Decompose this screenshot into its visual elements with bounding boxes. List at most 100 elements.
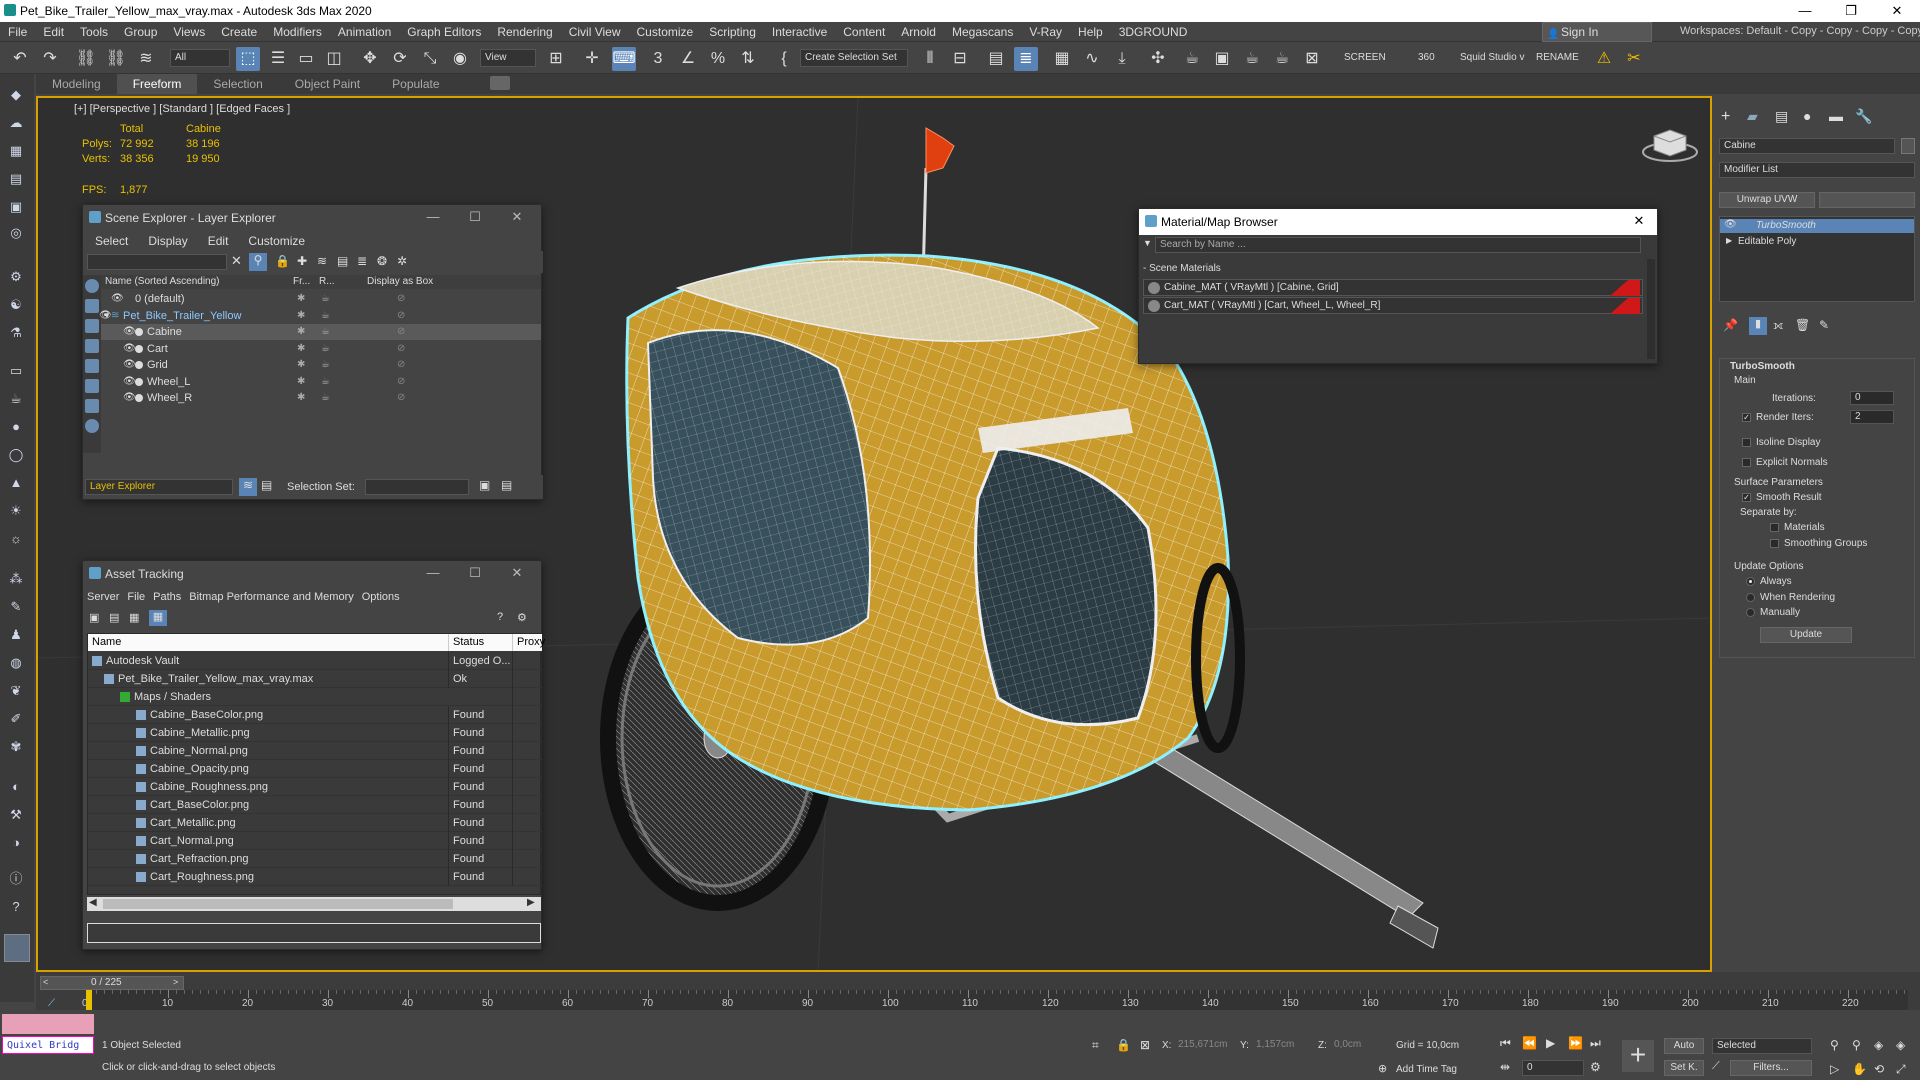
pin-stack-icon[interactable]: 📌 bbox=[1723, 318, 1738, 332]
sun-icon[interactable]: ☼ bbox=[6, 530, 26, 548]
menu-group[interactable]: Group bbox=[116, 25, 165, 39]
asset-row[interactable]: Cart_Refraction.png Found bbox=[88, 850, 542, 868]
smoothing-groups-checkbox[interactable] bbox=[1770, 539, 1779, 548]
viewcube-icon[interactable] bbox=[1640, 124, 1700, 164]
ribbon-tab-selection[interactable]: Selection bbox=[197, 74, 278, 94]
asset-row[interactable]: Autodesk Vault Logged O... bbox=[88, 652, 542, 670]
key-filters-icon[interactable]: ⟋ bbox=[1712, 1060, 1720, 1073]
empty-modifier-button[interactable] bbox=[1819, 192, 1915, 208]
menu-edit[interactable]: Edit bbox=[35, 25, 72, 39]
viewport-label[interactable]: [+] [Perspective ] [Standard ] [Edged Fa… bbox=[74, 103, 290, 115]
key-filter-dropdown[interactable]: Selected bbox=[1712, 1038, 1812, 1054]
object-color-swatch[interactable] bbox=[1901, 138, 1915, 154]
brush-icon[interactable]: ✐ bbox=[6, 710, 26, 728]
cone-icon[interactable]: ▲ bbox=[6, 474, 26, 492]
menu-scripting[interactable]: Scripting bbox=[701, 25, 764, 39]
unwrap-uvw-button[interactable]: Unwrap UVW bbox=[1719, 192, 1815, 208]
snaps-toggle-icon[interactable]: 3 bbox=[646, 47, 670, 71]
at-menu-file[interactable]: File bbox=[123, 591, 149, 603]
scene-explorer-titlebar[interactable]: Scene Explorer - Layer Explorer — ☐ ✕ bbox=[83, 205, 541, 231]
layer-row[interactable]: 👁 Wheel_L ✱ ☕ ⊘ bbox=[101, 374, 541, 390]
modifier-list-dropdown[interactable]: Modifier List bbox=[1719, 162, 1915, 178]
add-time-tag-icon[interactable]: ⊕ bbox=[1378, 1062, 1387, 1075]
render-icon[interactable]: ☕ bbox=[321, 291, 330, 307]
motion-tab-icon[interactable]: ● bbox=[1803, 108, 1811, 124]
geometry-icon[interactable]: ▦ bbox=[6, 142, 26, 160]
menu-v-ray[interactable]: V-Ray bbox=[1021, 25, 1070, 39]
shapes-icon[interactable]: ▤ bbox=[6, 170, 26, 188]
detail-view-icon[interactable]: ▦ bbox=[129, 611, 139, 624]
turbosmooth-title[interactable]: TurboSmooth bbox=[1730, 361, 1795, 372]
create-icon[interactable]: ◆ bbox=[6, 86, 26, 104]
stack-item-editable-poly[interactable]: ▶ Editable Poly bbox=[1720, 235, 1914, 249]
visibility-icon[interactable]: 👁 bbox=[123, 357, 136, 373]
close-icon[interactable]: ✕ bbox=[1874, 0, 1920, 22]
orbit-icon[interactable]: ⟲ bbox=[1874, 1062, 1884, 1076]
render-iterative-icon[interactable]: ☕ bbox=[1270, 47, 1294, 71]
timeline-mini-curve-icon[interactable]: ⟋ bbox=[48, 998, 55, 1009]
add-layer-icon[interactable]: ✚ bbox=[297, 254, 307, 268]
viewport-layout-icon[interactable] bbox=[4, 934, 30, 962]
spinner-snap-icon[interactable]: ⇅ bbox=[736, 47, 760, 71]
pan-icon[interactable]: ✋ bbox=[1852, 1062, 1867, 1076]
teapot-icon[interactable]: ☕ bbox=[6, 390, 26, 408]
unlink-icon[interactable]: ⛓ bbox=[104, 47, 128, 71]
render-icon[interactable]: ☕ bbox=[321, 324, 330, 340]
col-name-header[interactable]: Name (Sorted Ascending) bbox=[105, 275, 220, 289]
box-mode-icon[interactable]: ⊘ bbox=[397, 308, 405, 324]
options-icon[interactable]: ⚙ bbox=[517, 611, 527, 624]
horizontal-scrollbar[interactable]: ◀ ▶ bbox=[87, 897, 541, 911]
update-button[interactable]: Update bbox=[1760, 627, 1852, 643]
asset-row[interactable]: Cabine_BaseColor.png Found bbox=[88, 706, 542, 724]
render-icon[interactable]: ☕ bbox=[321, 374, 330, 390]
lights-icon[interactable]: ▣ bbox=[6, 198, 26, 216]
scissors-icon[interactable]: ✂ bbox=[1622, 47, 1646, 71]
selection-filter-dropdown[interactable]: All bbox=[170, 49, 230, 67]
absolute-mode-icon[interactable]: ⊠ bbox=[1140, 1038, 1150, 1052]
modify-tab-icon[interactable]: ▰ bbox=[1747, 108, 1758, 125]
display-shapes-icon[interactable] bbox=[85, 299, 99, 313]
hierarchy-icon[interactable]: ▤ bbox=[337, 254, 348, 268]
maxscript-listener-pink[interactable] bbox=[2, 1014, 94, 1034]
col-proxy-header[interactable]: Proxy bbox=[512, 634, 545, 651]
render-setup-icon[interactable]: ☕ bbox=[1180, 47, 1204, 71]
help-icon[interactable]: ? bbox=[6, 898, 26, 916]
move-icon[interactable]: ✥ bbox=[358, 47, 382, 71]
bind-space-warp-icon[interactable]: ≋ bbox=[134, 47, 158, 71]
link-icon[interactable]: ⛓ bbox=[74, 47, 98, 71]
always-radio[interactable] bbox=[1746, 577, 1755, 586]
menu-3dground[interactable]: 3DGROUND bbox=[1111, 25, 1196, 39]
visibility-icon[interactable]: 👁 bbox=[123, 324, 136, 340]
prev-key-icon[interactable]: ⏪ bbox=[1522, 1036, 1537, 1050]
scene-search-input[interactable] bbox=[87, 254, 227, 270]
asset-row[interactable]: Cart_Metallic.png Found bbox=[88, 814, 542, 832]
visibility-icon[interactable]: 👁 bbox=[111, 291, 124, 307]
menu-file[interactable]: File bbox=[0, 25, 35, 39]
zoom-extents-icon[interactable]: ◈ bbox=[1874, 1038, 1883, 1052]
display-tab-icon[interactable]: ▬ bbox=[1829, 108, 1843, 124]
show-end-result-icon[interactable]: ▮ bbox=[1749, 317, 1767, 335]
selset-remove-icon[interactable]: ▤ bbox=[501, 478, 512, 492]
zoom-extents-all-icon[interactable]: ◈ bbox=[1896, 1038, 1905, 1052]
expand-icon[interactable]: ▶ bbox=[1726, 236, 1732, 245]
visibility-icon[interactable]: 👁 bbox=[123, 374, 136, 390]
freeze-icon[interactable]: ✱ bbox=[297, 308, 305, 324]
render-online-icon[interactable]: ⊠ bbox=[1300, 47, 1324, 71]
render-iters-spinner[interactable]: 2 bbox=[1850, 410, 1894, 424]
scene-materials-header[interactable]: - Scene Materials bbox=[1143, 263, 1221, 274]
object-name-input[interactable]: Cabine bbox=[1719, 138, 1895, 154]
menu-civil-view[interactable]: Civil View bbox=[561, 25, 629, 39]
materials-checkbox[interactable] bbox=[1770, 523, 1779, 532]
rect-selection-icon[interactable]: ▭ bbox=[294, 47, 318, 71]
se-menu-customize[interactable]: Customize bbox=[238, 234, 315, 248]
display-all-icon[interactable] bbox=[85, 419, 99, 433]
selection-lock-icon[interactable]: 🔒 bbox=[1116, 1038, 1131, 1052]
asset-row[interactable]: Cart_Normal.png Found bbox=[88, 832, 542, 850]
search-options-icon[interactable]: ▼ bbox=[1143, 238, 1152, 248]
cloud-icon[interactable]: ☁ bbox=[6, 114, 26, 132]
table-view-icon[interactable]: ▦ bbox=[149, 610, 167, 626]
scroll-left-icon[interactable]: ◀ bbox=[89, 897, 97, 908]
restore-icon[interactable]: ❐ bbox=[1828, 0, 1874, 22]
asset-tracking-titlebar[interactable]: Asset Tracking — ☐ ✕ bbox=[83, 561, 541, 587]
next-key-icon[interactable]: ⏩ bbox=[1568, 1036, 1583, 1050]
